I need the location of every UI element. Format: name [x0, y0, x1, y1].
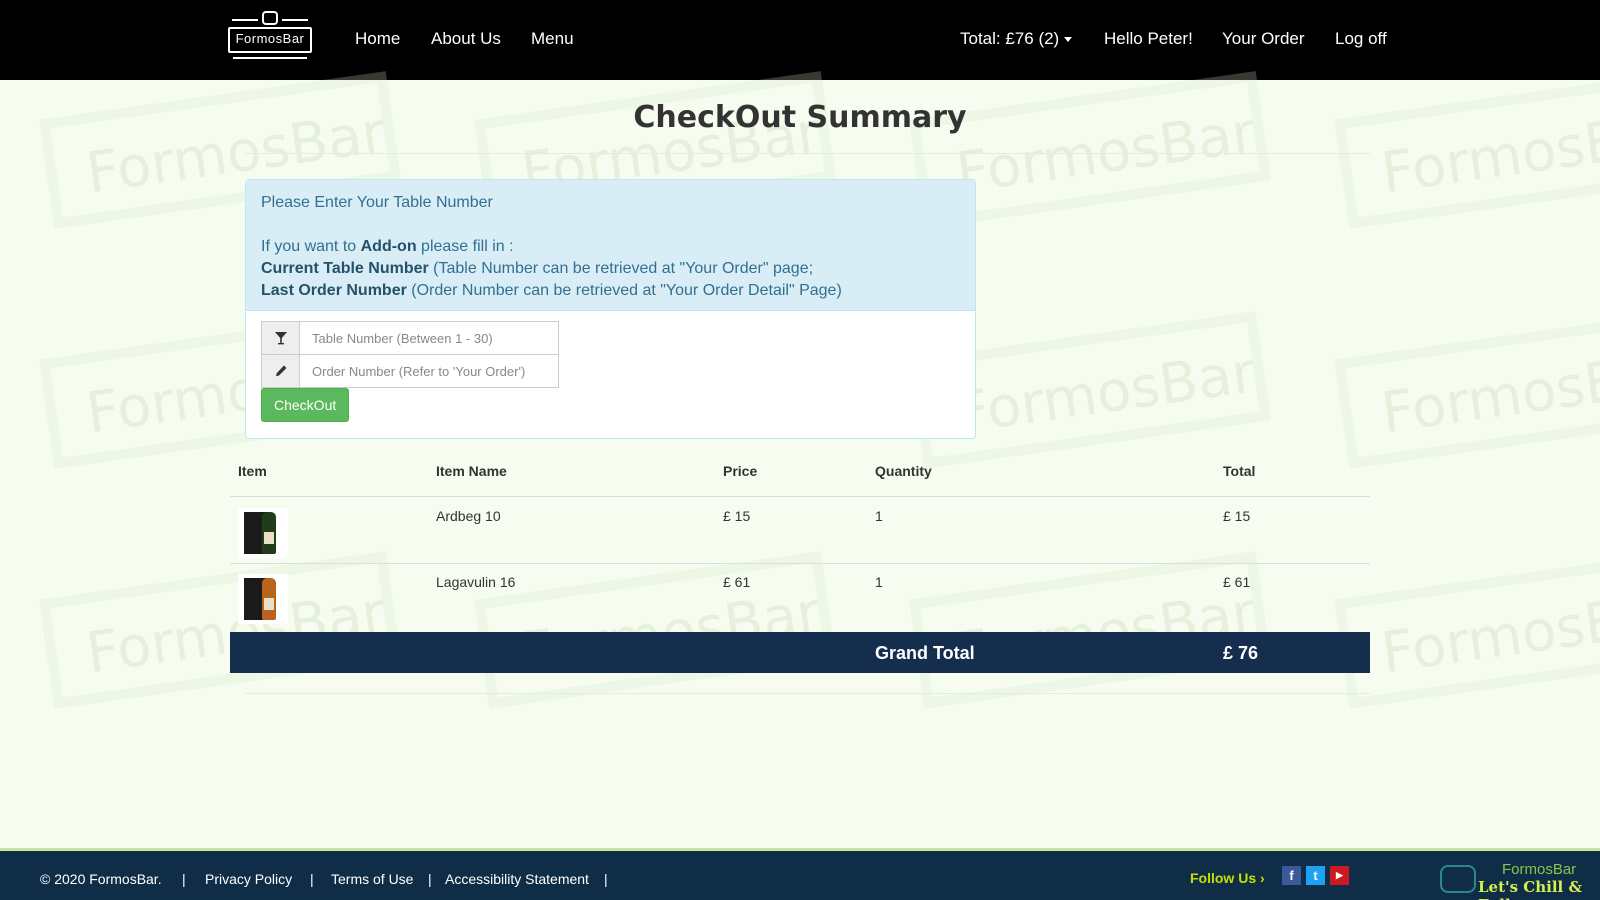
pencil-icon	[262, 355, 300, 387]
panel-heading: Please Enter Your Table Number If you wa…	[246, 180, 975, 311]
footer-brand-name: FormosBar	[1502, 861, 1577, 878]
page-title: CheckOut Summary	[633, 100, 967, 135]
addon-intro: If you want to Add-on please fill in :	[261, 238, 514, 255]
last-order-instruction: Last Order Number (Order Number can be r…	[261, 282, 842, 299]
navbar: FormosBar Home About Us Menu Total: £76 …	[0, 0, 1600, 80]
header-divider	[230, 496, 1370, 497]
item-total: £ 61	[1223, 574, 1251, 590]
item-quantity: 1	[875, 508, 883, 524]
divider	[245, 693, 1370, 694]
barrel-icon	[1440, 865, 1476, 893]
cart-total-dropdown[interactable]: Total: £76 (2)	[960, 29, 1073, 49]
watermark: FormosBar	[1334, 311, 1600, 469]
nav-home[interactable]: Home	[355, 29, 400, 49]
header-total: Total	[1223, 463, 1256, 479]
item-image	[238, 508, 288, 558]
watermark: FormosBar	[474, 551, 836, 709]
grand-total-label: Grand Total	[875, 643, 975, 663]
bottle-label-image	[264, 532, 274, 544]
row-divider	[230, 563, 1370, 564]
nav-greeting[interactable]: Hello Peter!	[1104, 29, 1193, 49]
youtube-icon[interactable]: ▶	[1330, 866, 1349, 885]
watermark: FormosBar	[1334, 71, 1600, 229]
footer-separator: |	[310, 871, 314, 887]
footer-separator: |	[428, 871, 432, 887]
checkout-button[interactable]: CheckOut	[261, 388, 350, 422]
header-quantity: Quantity	[875, 463, 932, 479]
table-number-group	[261, 321, 559, 355]
follow-us-label: Follow Us ›	[1190, 870, 1265, 886]
header-price: Price	[723, 463, 758, 479]
twitter-icon[interactable]: t	[1306, 866, 1325, 885]
footer-accessibility[interactable]: Accessibility Statement	[445, 871, 589, 887]
current-table-instruction: Current Table Number (Table Number can b…	[261, 260, 814, 277]
logo-line-left	[232, 19, 258, 21]
caret-down-icon	[1064, 37, 1073, 43]
table-number-panel: Please Enter Your Table Number If you wa…	[245, 179, 976, 439]
footer-separator: |	[182, 871, 186, 887]
facebook-icon[interactable]: f	[1282, 866, 1301, 885]
nav-menu[interactable]: Menu	[531, 29, 574, 49]
footer: © 2020 FormosBar. | Privacy Policy | Ter…	[0, 848, 1600, 900]
watermark: FormosBar	[1334, 551, 1600, 709]
logo-text: FormosBar	[235, 31, 305, 46]
cart-total-label: Total: £76 (2)	[960, 29, 1060, 48]
footer-separator: |	[604, 871, 608, 887]
header-item-name: Item Name	[436, 463, 507, 479]
nav-your-order[interactable]: Your Order	[1222, 29, 1305, 49]
table-number-input[interactable]	[300, 322, 558, 354]
bottle-label-image	[264, 598, 274, 610]
chevron-right-icon: ›	[1260, 870, 1265, 886]
copyright: © 2020 FormosBar.	[40, 871, 162, 887]
order-number-input[interactable]	[300, 355, 558, 387]
divider	[245, 153, 1370, 154]
nav-about-us[interactable]: About Us	[431, 29, 501, 49]
footer-brand-tagline: Let's Chill & Full	[1478, 878, 1582, 900]
item-image	[238, 574, 288, 624]
formosbar-logo[interactable]: FormosBar	[228, 11, 312, 61]
footer-privacy-policy[interactable]: Privacy Policy	[205, 871, 292, 887]
grand-total-bar: Grand Total £ 76	[230, 632, 1370, 673]
item-total: £ 15	[1223, 508, 1251, 524]
item-name: Ardbeg 10	[436, 508, 501, 524]
item-quantity: 1	[875, 574, 883, 590]
item-price: £ 61	[723, 574, 751, 590]
grand-total-value: £ 76	[1223, 643, 1259, 663]
watermark: FormosBar	[909, 551, 1271, 709]
nav-logoff[interactable]: Log off	[1335, 29, 1387, 49]
footer-terms-of-use[interactable]: Terms of Use	[331, 871, 413, 887]
panel-body: CheckOut	[246, 311, 975, 432]
header-item: Item	[238, 463, 267, 479]
item-price: £ 15	[723, 508, 751, 524]
item-name: Lagavulin 16	[436, 574, 516, 590]
order-number-group	[261, 354, 559, 388]
glass-icon	[262, 322, 300, 354]
panel-heading-title: Please Enter Your Table Number	[261, 194, 493, 211]
barrel-icon	[262, 11, 278, 25]
logo-line-right	[282, 19, 308, 21]
watermark: FormosBar	[39, 551, 401, 709]
